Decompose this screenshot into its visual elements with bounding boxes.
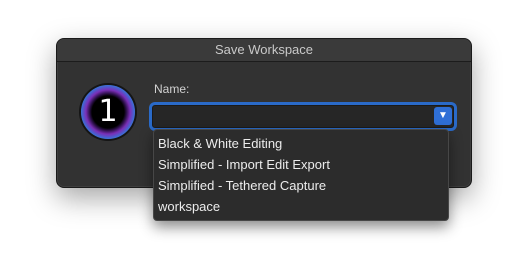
dropdown-item-black-white-editing[interactable]: Black & White Editing [154,133,448,154]
dialog-title: Save Workspace [57,39,471,62]
app-icon-glyph: 1 [98,94,118,129]
dropdown-item-simplified-tethered-capture[interactable]: Simplified - Tethered Capture [154,175,448,196]
workspace-dropdown-list: Black & White Editing Simplified - Impor… [153,129,449,221]
name-label: Name: [154,82,190,96]
dropdown-item-workspace[interactable]: workspace [154,196,448,217]
chevron-down-icon: ▼ [438,110,448,121]
name-input[interactable] [157,107,427,124]
dropdown-toggle-button[interactable]: ▼ [434,107,452,125]
capture-one-icon: 1 [81,85,135,139]
name-combobox: ▼ [152,105,454,128]
dropdown-item-simplified-import-edit-export[interactable]: Simplified - Import Edit Export [154,154,448,175]
